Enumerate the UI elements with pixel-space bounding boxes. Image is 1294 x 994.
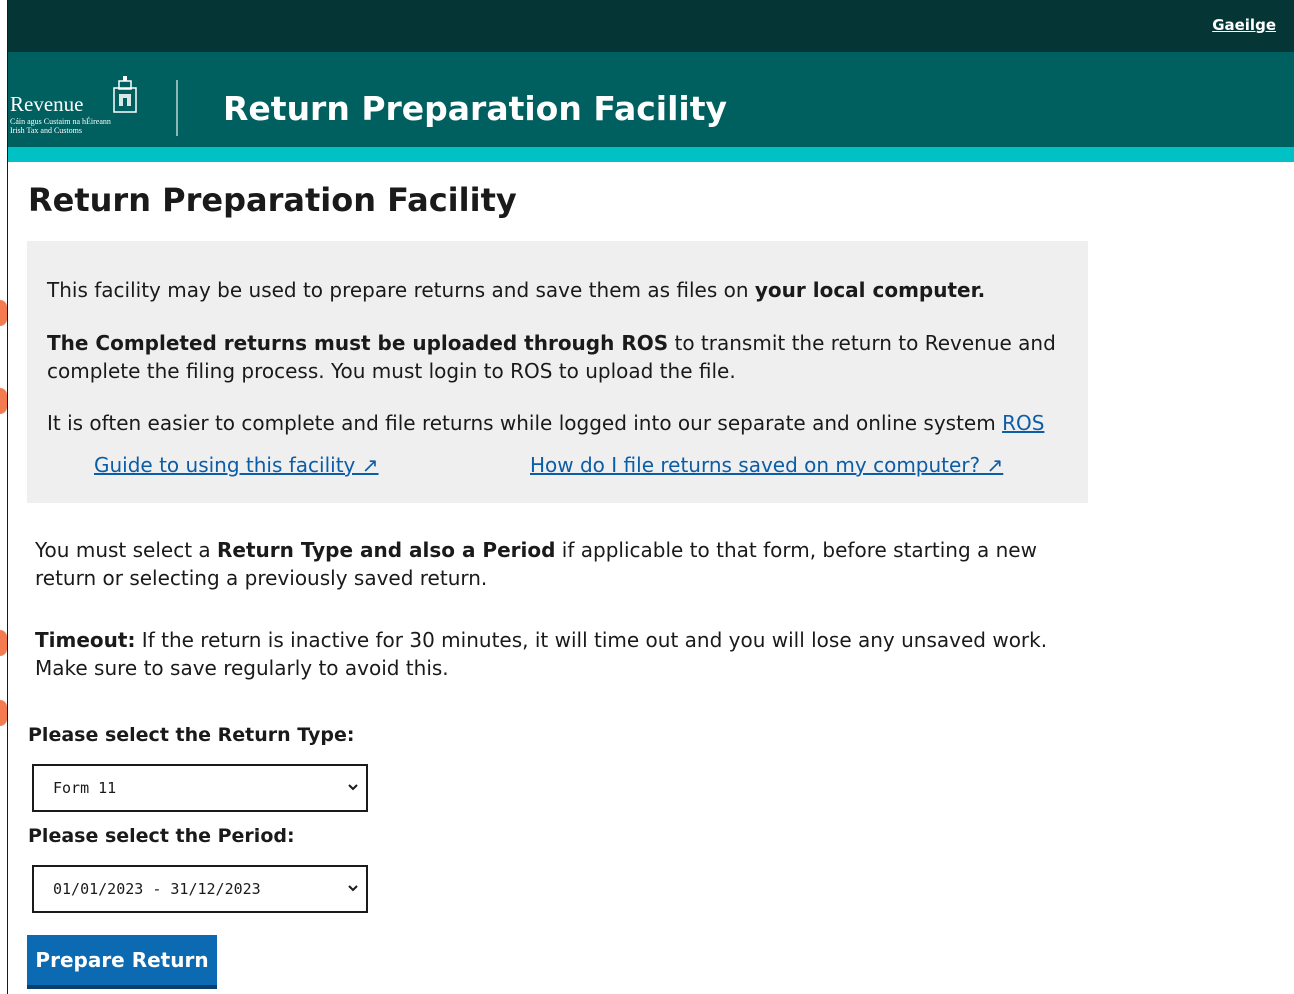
chevron-down-icon bbox=[348, 885, 358, 892]
file-returns-help-link[interactable]: How do I file returns saved on my comput… bbox=[530, 453, 1003, 477]
header-title: Return Preparation Facility bbox=[223, 89, 727, 128]
info-bold-text: The Completed returns must be uploaded t… bbox=[47, 331, 669, 355]
logo-subtitle-irish: Cáin agus Custaim na hÉireann bbox=[10, 117, 111, 126]
info-text: It is often easier to complete and file … bbox=[47, 411, 1003, 435]
logo-subtitle-english: Irish Tax and Customs bbox=[10, 126, 82, 135]
info-bold-text: your local computer. bbox=[754, 278, 986, 302]
decorative-marker bbox=[0, 700, 7, 726]
timeout-label: Timeout: bbox=[35, 628, 136, 652]
decorative-marker bbox=[0, 300, 7, 326]
logo-subtitle: Cáin agus Custaim na hÉireann Irish Tax … bbox=[10, 117, 111, 135]
language-link-gaeilge[interactable]: Gaeilge bbox=[1212, 16, 1276, 34]
external-links: Guide to using this facility ↗ How do I … bbox=[27, 453, 1088, 483]
period-label: Please select the Period: bbox=[28, 825, 295, 847]
info-local-computer-text: This facility may be used to prepare ret… bbox=[47, 276, 1077, 304]
timeout-notice: Timeout: If the return is inactive for 3… bbox=[35, 626, 1095, 682]
decorative-marker bbox=[0, 630, 7, 656]
return-type-value: Form 11 bbox=[53, 779, 117, 797]
revenue-logo[interactable]: Revenue Cáin agus Custaim na hÉireann Ir… bbox=[10, 76, 150, 136]
page-title: Return Preparation Facility bbox=[28, 181, 517, 219]
site-header: Revenue Cáin agus Custaim na hÉireann Ir… bbox=[8, 52, 1294, 147]
select-instructions: You must select a Return Type and also a… bbox=[35, 536, 1095, 592]
prepare-return-button[interactable]: Prepare Return bbox=[27, 935, 217, 989]
ros-link[interactable]: ROS bbox=[1002, 411, 1044, 435]
top-bar: Gaeilge bbox=[8, 0, 1294, 52]
header-accent-stripe bbox=[8, 147, 1294, 162]
logo-wordmark: Revenue bbox=[10, 92, 84, 116]
instruction-text: You must select a bbox=[35, 538, 218, 562]
return-type-label: Please select the Return Type: bbox=[28, 724, 355, 746]
info-upload-text: The Completed returns must be uploaded t… bbox=[47, 329, 1077, 385]
info-text: This facility may be used to prepare ret… bbox=[47, 278, 755, 302]
return-type-select[interactable]: Form 11 bbox=[32, 764, 368, 812]
info-panel: This facility may be used to prepare ret… bbox=[27, 241, 1088, 503]
chevron-down-icon bbox=[348, 784, 358, 791]
period-select[interactable]: 01/01/2023 - 31/12/2023 bbox=[32, 865, 368, 913]
info-ros-text: It is often easier to complete and file … bbox=[47, 409, 1077, 437]
period-value: 01/01/2023 - 31/12/2023 bbox=[53, 880, 261, 898]
instruction-bold-text: Return Type and also a Period bbox=[217, 538, 556, 562]
decorative-marker bbox=[0, 388, 7, 414]
timeout-text: If the return is inactive for 30 minutes… bbox=[35, 628, 1048, 680]
harp-logo-icon bbox=[113, 76, 137, 113]
guide-link[interactable]: Guide to using this facility ↗ bbox=[94, 453, 379, 477]
header-divider bbox=[176, 80, 178, 136]
